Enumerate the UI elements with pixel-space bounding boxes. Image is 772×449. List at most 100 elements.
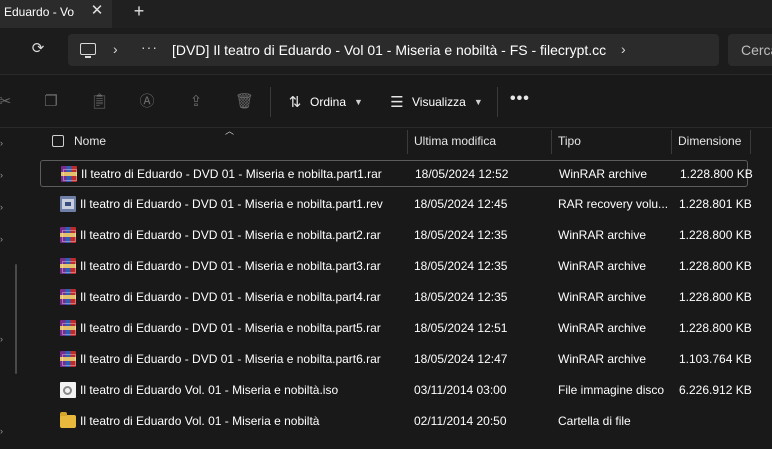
computer-icon[interactable]: [80, 43, 96, 58]
file-size: 1.103.764 KB: [679, 352, 752, 366]
sort-button[interactable]: ⇅ Ordina ▼: [286, 91, 363, 113]
column-divider[interactable]: [671, 130, 672, 154]
file-name: Il teatro di Eduardo - DVD 01 - Miseria …: [80, 197, 383, 211]
nav-scrollbar[interactable]: [15, 264, 17, 374]
view-icon: ☰: [390, 94, 404, 111]
file-type: File immagine disco: [558, 383, 665, 397]
iso-icon: [60, 382, 76, 398]
command-bar: ✂ ❐ 📋︎ Ⓐ ⇪ 🗑︎ ⇅ Ordina ▼ ☰ Visualizza ▼ …: [0, 74, 772, 128]
navigation-pane: › › › › › ›: [0, 128, 28, 449]
chevron-right-icon[interactable]: ›: [0, 202, 6, 212]
copy-icon[interactable]: ❐: [42, 93, 60, 111]
chevron-down-icon: ▼: [473, 97, 483, 107]
file-name: Il teatro di Eduardo Vol. 01 - Miseria e…: [80, 414, 320, 428]
chevron-right-icon[interactable]: ›: [113, 41, 118, 57]
file-size: 1.228.800 KB: [679, 290, 752, 304]
file-size: 1.228.800 KB: [679, 259, 752, 273]
chevron-down-icon: ▼: [354, 97, 363, 107]
rar-icon: [60, 289, 76, 305]
rar-icon: [61, 166, 77, 182]
column-header-name[interactable]: Nome: [74, 134, 106, 148]
rename-icon[interactable]: Ⓐ: [138, 93, 156, 111]
folder-row[interactable]: Il teatro di Eduardo Vol. 01 - Miseria e…: [40, 408, 748, 435]
column-divider[interactable]: [407, 130, 408, 154]
file-modified: 18/05/2024 12:52: [415, 167, 509, 181]
column-divider[interactable]: [551, 130, 552, 154]
chevron-right-icon[interactable]: ›: [0, 138, 6, 148]
file-row[interactable]: Il teatro di Eduardo - DVD 01 - Miseria …: [40, 160, 753, 187]
breadcrumb-overflow-button[interactable]: ···: [141, 39, 158, 55]
file-modified: 18/05/2024 12:35: [414, 290, 508, 304]
chevron-right-icon[interactable]: ›: [621, 41, 626, 57]
address-row: ⟳ › ··· [DVD] Il teatro di Eduardo - Vol…: [0, 28, 772, 74]
file-modified: 02/11/2014 20:50: [414, 414, 507, 428]
file-list: ︿ Nome Ultima modifica Tipo Dimensione I…: [40, 126, 772, 449]
file-modified: 18/05/2024 12:35: [414, 259, 508, 273]
column-header-type[interactable]: Tipo: [558, 134, 581, 148]
view-label: Visualizza: [412, 95, 466, 109]
sort-up-icon: ︿: [225, 126, 235, 136]
file-modified: 03/11/2014 03:00: [414, 383, 507, 397]
file-name: Il teatro di Eduardo - DVD 01 - Miseria …: [80, 321, 381, 335]
view-button[interactable]: ☰ Visualizza ▼: [388, 91, 483, 113]
more-options-button[interactable]: •••: [510, 90, 530, 108]
file-size: 1.228.800 KB: [679, 228, 752, 242]
file-row[interactable]: Il teatro di Eduardo - DVD 01 - Miseria …: [40, 253, 752, 280]
close-icon[interactable]: ✕: [88, 2, 106, 20]
file-name: Il teatro di Eduardo - DVD 01 - Miseria …: [80, 352, 381, 366]
file-name: Il teatro di Eduardo - DVD 01 - Miseria …: [80, 228, 381, 242]
chevron-right-icon[interactable]: ›: [0, 234, 6, 244]
toolbar-divider: [270, 87, 271, 117]
new-tab-button[interactable]: +: [130, 1, 148, 21]
search-placeholder: Cerca: [741, 42, 772, 58]
file-modified: 18/05/2024 12:47: [414, 352, 508, 366]
refresh-icon[interactable]: ⟳: [29, 40, 47, 58]
column-header-size[interactable]: Dimensione: [678, 134, 741, 148]
file-size: 1.228.800 KB: [679, 321, 752, 335]
file-type: WinRAR archive: [558, 321, 647, 335]
file-row[interactable]: Il teatro di Eduardo - DVD 01 - Miseria …: [40, 284, 752, 311]
file-name: Il teatro di Eduardo - DVD 01 - Miseria …: [80, 259, 381, 273]
file-name: Il teatro di Eduardo - DVD 01 - Miseria …: [80, 290, 381, 304]
share-icon[interactable]: ⇪: [187, 93, 205, 111]
column-header-row: ︿ Nome Ultima modifica Tipo Dimensione: [40, 126, 772, 154]
file-row[interactable]: Il teatro di Eduardo - DVD 01 - Miseria …: [40, 346, 752, 373]
file-type: RAR recovery volu...: [558, 197, 669, 211]
file-row[interactable]: Il teatro di Eduardo - DVD 01 - Miseria …: [40, 315, 752, 342]
cut-icon[interactable]: ✂: [0, 93, 14, 111]
chevron-right-icon[interactable]: ›: [0, 426, 6, 436]
column-header-modified[interactable]: Ultima modifica: [414, 134, 496, 148]
delete-icon[interactable]: 🗑︎: [235, 93, 254, 111]
toolbar-divider: [497, 87, 498, 117]
file-row[interactable]: Il teatro di Eduardo - DVD 01 - Miseria …: [40, 222, 752, 249]
rev-icon: [60, 196, 76, 212]
file-row[interactable]: Il teatro di Eduardo - DVD 01 - Miseria …: [40, 191, 752, 218]
file-type: WinRAR archive: [558, 228, 647, 242]
rar-icon: [60, 351, 76, 367]
tab-strip: i Eduardo - Vo ✕ +: [0, 0, 772, 28]
file-name: Il teatro di Eduardo - DVD 01 - Miseria …: [81, 167, 382, 181]
sort-label: Ordina: [310, 95, 347, 109]
file-row[interactable]: Il teatro di Eduardo Vol. 01 - Miseria e…: [40, 377, 752, 404]
file-type: WinRAR archive: [558, 352, 647, 366]
file-modified: 18/05/2024 12:35: [414, 228, 508, 242]
file-name: Il teatro di Eduardo Vol. 01 - Miseria e…: [80, 383, 339, 397]
column-divider[interactable]: [750, 130, 751, 154]
select-all-checkbox[interactable]: [52, 135, 64, 147]
rar-icon: [60, 258, 76, 274]
chevron-right-icon[interactable]: ›: [0, 334, 6, 344]
file-type: WinRAR archive: [558, 259, 647, 273]
breadcrumb-current-folder[interactable]: [DVD] Il teatro di Eduardo - Vol 01 - Mi…: [172, 42, 606, 58]
tab-active[interactable]: i Eduardo - Vo ✕: [0, 0, 112, 28]
file-type: Cartella di file: [558, 414, 631, 428]
paste-icon[interactable]: 📋︎: [90, 93, 109, 111]
search-input[interactable]: Cerca: [728, 34, 772, 66]
address-bar[interactable]: › ··· [DVD] Il teatro di Eduardo - Vol 0…: [68, 34, 719, 66]
file-modified: 18/05/2024 12:51: [414, 321, 508, 335]
file-size: 6.226.912 KB: [679, 383, 752, 397]
tab-title: i Eduardo - Vo: [0, 5, 75, 19]
file-type: WinRAR archive: [559, 167, 648, 181]
file-size: 1.228.801 KB: [679, 197, 752, 211]
file-size: 1.228.800 KB: [680, 167, 753, 181]
chevron-right-icon[interactable]: ›: [0, 170, 6, 180]
